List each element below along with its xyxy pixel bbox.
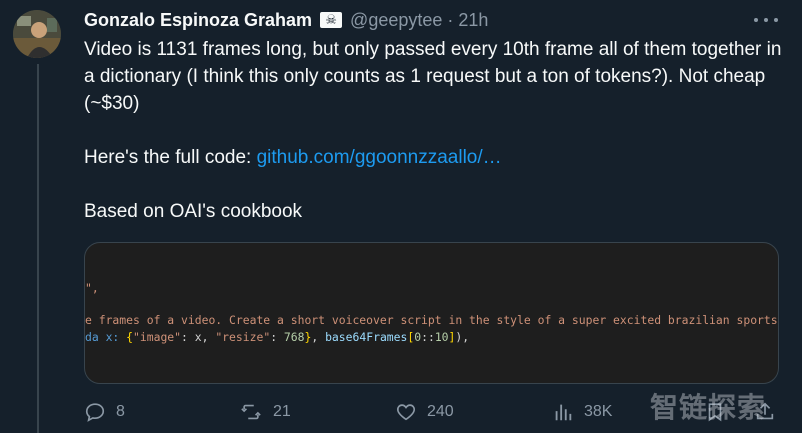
tweet-paragraph-1: Video is 1131 frames long, but only pass…	[84, 39, 782, 114]
reply-button[interactable]: 8	[84, 398, 125, 426]
reply-icon	[85, 403, 105, 422]
tweet-paragraph-2: Here's the full code: github.com/ggoonnz…	[84, 144, 784, 171]
watermark: 智链探索	[650, 392, 767, 423]
view-count: 38K	[584, 403, 613, 420]
tweet-header: Gonzalo Espinoza Graham ☠ @geepytee · 21…	[84, 9, 488, 31]
code-screenshot[interactable]: ", e frames of a video. Create a short v…	[84, 242, 779, 384]
author-handle[interactable]: @geepytee	[350, 10, 442, 31]
like-button[interactable]: 240	[395, 398, 454, 426]
code-link-prefix: Here's the full code:	[84, 147, 257, 168]
separator-dot: ·	[447, 9, 454, 30]
retweet-button[interactable]: 21	[239, 398, 291, 426]
code-line-1: ",	[85, 281, 99, 295]
reply-count: 8	[116, 403, 125, 420]
views-chart-icon	[555, 404, 572, 421]
code-line-2: e frames of a video. Create a short voic…	[85, 313, 779, 327]
retweet-icon	[241, 404, 261, 420]
avatar[interactable]	[13, 10, 61, 58]
retweet-count: 21	[273, 403, 291, 420]
views-button[interactable]: 38K	[552, 398, 612, 426]
skull-flag-icon: ☠	[320, 12, 343, 28]
tweet[interactable]: Gonzalo Espinoza Graham ☠ @geepytee · 21…	[0, 0, 802, 433]
thread-line	[37, 64, 39, 433]
author-name[interactable]: Gonzalo Espinoza Graham	[84, 10, 312, 31]
code-line-3: da x: {"resize""image": x, "resize": 768…	[85, 330, 470, 344]
tweet-text: Video is 1131 frames long, but only pass…	[84, 36, 784, 225]
tweet-timestamp[interactable]: 21h	[458, 10, 488, 31]
avatar-image	[13, 10, 61, 58]
tweet-paragraph-3: Based on OAI's cookbook	[84, 201, 303, 222]
more-options-icon[interactable]	[754, 10, 778, 30]
github-link[interactable]: github.com/ggoonnzzaallo/…	[257, 147, 502, 168]
heart-icon	[396, 404, 416, 421]
like-count: 240	[427, 403, 454, 420]
